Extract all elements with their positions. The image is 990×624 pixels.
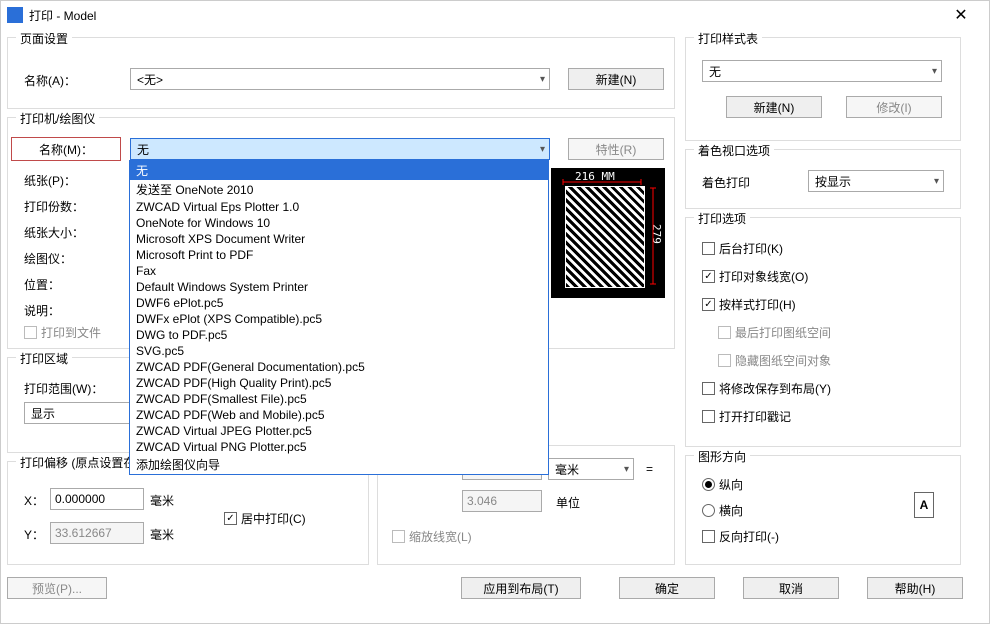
cancel-button[interactable]: 取消 [743,577,839,599]
center-check[interactable]: ✓居中打印(C) [224,510,306,527]
new-page-setup-button[interactable]: 新建(N) [568,68,664,90]
printer-option[interactable]: Microsoft Print to PDF [130,247,548,263]
background-check[interactable]: 后台打印(K) [702,240,783,257]
hide-paper-check[interactable]: 隐藏图纸空间对象 [718,352,831,369]
group-offset: 打印偏移 (原点设置在可打印区域) X： 0.000000 毫米 Y： 33.6… [7,461,369,565]
bystyle-check[interactable]: ✓按样式打印(H) [702,296,796,313]
page-name-select[interactable]: <无>▾ [130,68,550,90]
scale-lineweight-check[interactable]: 缩放线宽(L) [392,528,472,545]
title-bar: 打印 - Model ✕ [1,1,989,29]
printer-option[interactable]: OneNote for Windows 10 [130,215,548,231]
stamp-check[interactable]: 打开打印戳记 [702,408,791,425]
copies-label: 打印份数： [24,198,84,215]
close-icon[interactable]: ✕ [939,5,983,25]
style-new-button[interactable]: 新建(N) [726,96,822,118]
desc-label: 说明： [24,302,60,319]
help-button[interactable]: 帮助(H) [867,577,963,599]
printer-option[interactable]: 发送至 OneNote 2010 [130,180,548,199]
chevron-down-icon: ▾ [540,144,545,155]
printer-option[interactable]: ZWCAD PDF(Web and Mobile).pc5 [130,407,548,423]
scale-num2[interactable]: 3.046 [462,490,542,512]
plotter-label: 绘图仪： [24,250,72,267]
y-label: Y： [24,526,44,543]
group-viewport: 着色视口选项 着色打印 按显示▾ [685,149,961,209]
save-layout-check[interactable]: 将修改保存到布局(Y) [702,380,831,397]
group-label: 打印机/绘图仪 [16,110,99,127]
printer-dropdown[interactable]: 无发送至 OneNote 2010ZWCAD Virtual Eps Plott… [129,160,549,475]
x-label: X： [24,492,44,509]
last-paper-check[interactable]: 最后打印图纸空间 [718,324,831,341]
apply-button[interactable]: 应用到布局(T) [461,577,581,599]
size-label: 纸张大小： [24,224,84,241]
printer-option[interactable]: 无 [130,161,548,180]
orientation-icon: A [914,492,934,518]
printer-option[interactable]: Default Windows System Printer [130,279,548,295]
printer-option[interactable]: ZWCAD PDF(General Documentation).pc5 [130,359,548,375]
printer-name-select[interactable]: 无▾ [130,138,550,160]
group-label: 打印区域 [16,350,72,367]
printer-name-label: 名称(M)： [12,138,120,160]
printer-option[interactable]: ZWCAD Virtual PNG Plotter.pc5 [130,439,548,455]
printer-option[interactable]: ZWCAD Virtual JPEG Plotter.pc5 [130,423,548,439]
printer-option[interactable]: Fax [130,263,548,279]
landscape-radio[interactable]: 横向 [702,502,743,519]
printer-option[interactable]: DWFx ePlot (XPS Compatible).pc5 [130,311,548,327]
loc-label: 位置： [24,276,60,293]
objlw-check[interactable]: ✓打印对象线宽(O) [702,268,808,285]
group-page-setup: 页面设置 名称(A)： <无>▾ 新建(N) [7,37,675,109]
preview-button[interactable]: 预览(P)... [7,577,107,599]
printer-option[interactable]: DWG to PDF.pc5 [130,327,548,343]
group-style-table: 打印样式表 无▾ 新建(N) 修改(I) [685,37,961,141]
printer-option[interactable]: ZWCAD Virtual Eps Plotter 1.0 [130,199,548,215]
ok-button[interactable]: 确定 [619,577,715,599]
reverse-check[interactable]: 反向打印(-) [702,528,779,545]
printer-option[interactable]: ZWCAD PDF(Smallest File).pc5 [130,391,548,407]
app-icon [7,7,23,23]
print-to-file-check[interactable]: 打印到文件 [24,324,101,341]
printer-option[interactable]: ZWCAD PDF(High Quality Print).pc5 [130,375,548,391]
printer-option[interactable]: DWF6 ePlot.pc5 [130,295,548,311]
printer-option[interactable]: SVG.pc5 [130,343,548,359]
chevron-down-icon: ▾ [540,74,545,85]
printer-option[interactable]: 添加绘图仪向导 [130,455,548,474]
y-input[interactable]: 33.612667 [50,522,144,544]
scale-unit-select[interactable]: 毫米▾ [548,458,634,480]
printer-option[interactable]: Microsoft XPS Document Writer [130,231,548,247]
paper-label: 纸张(P)： [24,172,76,189]
name-label: 名称(A)： [24,72,76,89]
shade-select[interactable]: 按显示▾ [808,170,944,192]
group-orientation: 图形方向 纵向 横向 反向打印(-) A [685,455,961,565]
x-input[interactable]: 0.000000 [50,488,144,510]
group-label: 页面设置 [16,30,72,47]
portrait-radio[interactable]: 纵向 [702,476,743,493]
style-select[interactable]: 无▾ [702,60,942,82]
window-title: 打印 - Model [29,7,939,24]
style-modify-button[interactable]: 修改(I) [846,96,942,118]
group-print-options: 打印选项 后台打印(K) ✓打印对象线宽(O) ✓按样式打印(H) 最后打印图纸… [685,217,961,447]
scope-label: 打印范围(W)： [24,380,103,397]
paper-preview: 216 MM 279 [551,168,665,298]
properties-button[interactable]: 特性(R) [568,138,664,160]
